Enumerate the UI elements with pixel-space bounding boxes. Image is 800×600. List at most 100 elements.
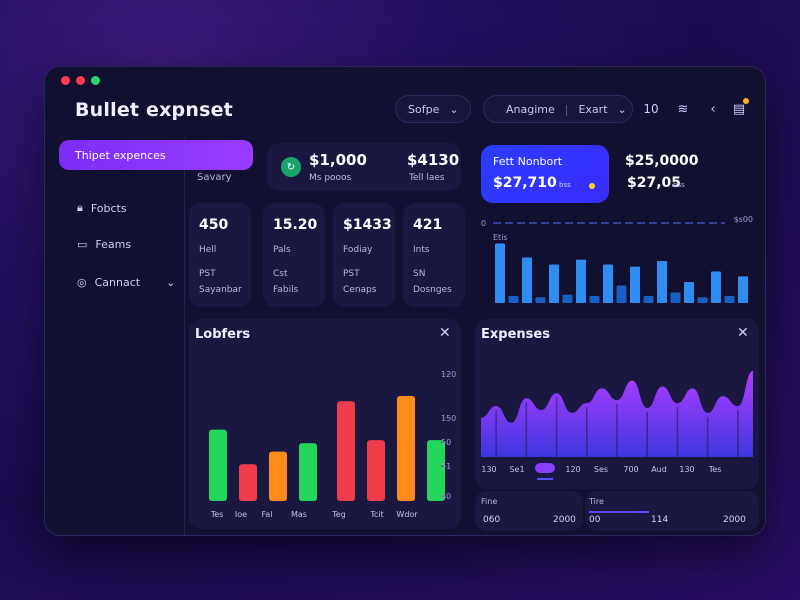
- summary-value-4: $25,0000: [625, 153, 699, 169]
- footer-right-title: Tire: [589, 497, 604, 506]
- mini-bar: [535, 297, 546, 303]
- lobfers-bar: [397, 396, 415, 501]
- highlight-title: Fett Nonbort: [493, 155, 563, 168]
- mini-bar: [549, 264, 559, 303]
- summary-value-1: $1,000: [309, 151, 367, 169]
- stat-label: PST: [199, 269, 216, 279]
- summary-sub-1: Ms pooos: [309, 173, 352, 183]
- coin-icon: ↻: [281, 157, 301, 177]
- expenses-panel: Expenses ✕ 130 Se1 120 Ses 700 Aud 130 Tes: [475, 319, 759, 489]
- active-marker: [535, 463, 555, 473]
- sidebar-item-fobcts[interactable]: 🔒︎ Fobcts: [77, 201, 127, 215]
- stat-value: 15.20: [273, 217, 318, 233]
- sidebar-active-label: Thipet expences: [75, 148, 166, 162]
- mini-bar: [508, 296, 519, 303]
- footer-right-c: 2000: [723, 515, 746, 525]
- mini-bar: [589, 296, 600, 303]
- sidebar-item-label: Fobcts: [90, 201, 127, 215]
- mini-bar: [576, 259, 586, 303]
- footer-left-a: 060: [483, 515, 501, 525]
- notification-icon[interactable]: ▤: [727, 97, 751, 121]
- mini-bar: [603, 264, 613, 303]
- back-icon[interactable]: ‹: [701, 97, 725, 121]
- count-label: 10: [643, 102, 659, 116]
- window-controls: [61, 76, 100, 85]
- chevron-down-icon: ⌄: [617, 102, 627, 116]
- maximize-dot[interactable]: [91, 76, 100, 85]
- highlight-card[interactable]: Fett Nonbort $27,710 bss: [481, 145, 609, 203]
- y-tick-label: 51: [441, 462, 451, 471]
- lock-icon: 🔒︎: [77, 201, 83, 214]
- footer-right-a: 00: [589, 515, 601, 525]
- stat-label: Pals: [273, 245, 291, 255]
- x-tick-label: Ses: [594, 465, 608, 474]
- x-tick-label: Teg: [331, 510, 346, 519]
- mini-bar: [616, 285, 627, 303]
- lobfers-bar: [239, 464, 257, 501]
- mini-bar: [495, 243, 505, 303]
- footer-right-b: 114: [651, 515, 669, 525]
- close-dot[interactable]: [61, 76, 70, 85]
- mini-bar: [562, 294, 573, 303]
- sidebar-item-feams[interactable]: ▭ Feams: [77, 238, 131, 251]
- app-window: Bullet expnset Sofpe ⌄ Anagime | Exart ⌄…: [44, 66, 766, 536]
- stat-label: Ints: [413, 245, 430, 255]
- lobfers-panel: Lobfers ✕ 120 150 50 51 60 Tes Ioe Fal Mas Teg Tci…: [189, 319, 461, 529]
- x-tick-label: 120: [565, 465, 580, 474]
- sidebar-item-active[interactable]: Thipet expences: [59, 140, 253, 170]
- x-tick-label: Wdor: [396, 510, 418, 519]
- mini-bar: [630, 266, 640, 303]
- account-select[interactable]: Anagime | Exart ⌄: [483, 95, 633, 123]
- stat-label: Dosnges: [413, 285, 452, 295]
- divider: |: [564, 102, 569, 116]
- footer-card-left: Fine 060 2000: [475, 491, 583, 531]
- stat-label: PST: [343, 269, 360, 279]
- minimize-dot[interactable]: [76, 76, 85, 85]
- x-tick-label: Fal: [262, 510, 273, 519]
- status-dot-icon: [589, 183, 595, 189]
- stat-card: 421 Ints SN Dosnges: [403, 203, 465, 307]
- mini-bar: [643, 296, 654, 303]
- globe-icon: ◎: [77, 276, 87, 289]
- summary-card-1: ↻ $1,000 Ms pooos $4130 Tell laes: [267, 143, 461, 191]
- notification-badge: [743, 98, 749, 104]
- lobfers-bar: [337, 401, 355, 501]
- count-button[interactable]: 10: [639, 97, 663, 121]
- y-tick-label: 120: [441, 370, 456, 379]
- chevron-down-icon: ⌄: [449, 102, 459, 116]
- stat-label: SN: [413, 269, 426, 279]
- sidebar-item-label: Feams: [95, 238, 132, 251]
- footer-card-right: Tire 00 114 2000: [585, 491, 759, 531]
- filter-select-label: Sofpe: [408, 102, 440, 116]
- footer-progress: [589, 511, 649, 513]
- app-title: Bullet expnset: [75, 99, 233, 121]
- summary-unit-4b: bss: [673, 181, 685, 189]
- layers-icon[interactable]: ≋: [671, 97, 695, 121]
- sidebar-item-cannact[interactable]: ◎ Cannact ⌄: [77, 276, 175, 289]
- x-tick-label: Aud: [651, 465, 667, 474]
- sidebar-sub-label: Savary: [197, 172, 232, 183]
- footer-left-title: Fine: [481, 497, 498, 506]
- mini-bar: [738, 276, 748, 303]
- y-tick-label: 60: [441, 492, 451, 501]
- x-tick-label: Se1: [509, 465, 524, 474]
- stat-label: Fodiay: [343, 245, 373, 255]
- y-tick-label: 50: [441, 438, 451, 447]
- stat-label: Cenaps: [343, 285, 377, 295]
- lobfers-bar: [209, 429, 227, 501]
- x-tick-label: Tes: [210, 510, 224, 519]
- footer-left-b: 2000: [553, 515, 576, 525]
- filter-select[interactable]: Sofpe ⌄: [395, 95, 471, 123]
- mini-bar: [670, 292, 681, 303]
- y-tick-label: 150: [441, 414, 456, 423]
- stat-value: $1433: [343, 217, 392, 233]
- mini-chart-panel: 0 Etis $​s00: [475, 207, 761, 311]
- mini-bar: [657, 261, 667, 303]
- x-tick-label: 130: [481, 465, 496, 474]
- chevron-down-icon: ⌄: [166, 276, 176, 289]
- x-tick-label: Ioe: [235, 510, 247, 519]
- stat-label: Sayanbar: [199, 285, 242, 295]
- account-label: Anagime: [506, 102, 555, 116]
- mini-bar: [711, 271, 721, 303]
- x-tick-label: 700: [623, 465, 638, 474]
